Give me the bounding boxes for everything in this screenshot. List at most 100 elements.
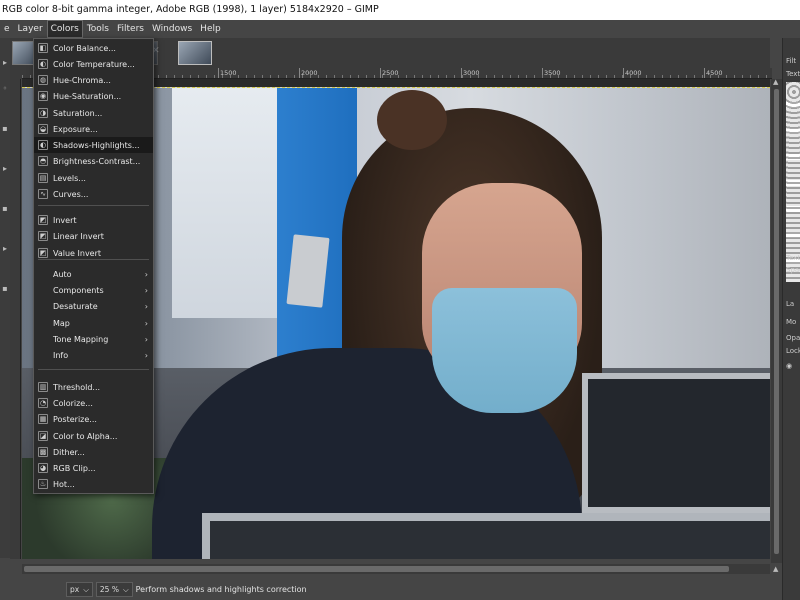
tool-icon[interactable]: ▸ [1, 164, 9, 173]
chevron-right-icon: › [144, 318, 148, 328]
horizontal-scrollbar[interactable]: ▲ [22, 564, 778, 574]
image-tab-thumbnail-active[interactable] [178, 41, 212, 65]
horizontal-scroll-thumb[interactable] [24, 566, 729, 572]
menu-item-levels[interactable]: ▤ Levels... [34, 170, 153, 186]
menu-item-label: Dither... [53, 447, 85, 457]
dock-tab-label[interactable]: Text [786, 70, 800, 78]
menu-help[interactable]: Help [196, 20, 225, 38]
color-balance-icon: ◧ [38, 43, 48, 53]
ruler-minor-tick [446, 75, 447, 78]
menu-colors[interactable]: Colors [46, 20, 83, 38]
ruler-minor-tick [654, 75, 655, 78]
menu-item-hue-saturation[interactable]: ◉ Hue-Saturation... [34, 88, 153, 104]
chevron-right-icon: › [144, 269, 148, 279]
ruler-minor-tick [558, 75, 559, 78]
menu-item-label: Shadows-Highlights... [53, 140, 140, 150]
tool-icon[interactable]: ▪ [1, 124, 9, 133]
ruler-minor-tick [550, 75, 551, 78]
photo-hair-bun [377, 90, 447, 150]
ruler-minor-tick [638, 75, 639, 78]
menu-item-map[interactable]: Map › [34, 315, 153, 331]
menu-layer[interactable]: Layer [14, 20, 47, 38]
right-dock: Filt Text Text Spac La Mo Opa Lock ◉ [782, 38, 800, 600]
ruler-minor-tick [542, 75, 543, 78]
dock-tab-label[interactable]: Text [786, 254, 800, 262]
scroll-up-icon[interactable]: ▲ [773, 78, 778, 86]
dither-icon: ▩ [38, 447, 48, 457]
ruler-tick [623, 68, 624, 78]
eye-icon[interactable]: ◉ [786, 362, 792, 370]
unit-selector[interactable]: px ⌵ [66, 581, 93, 597]
zoom-selector[interactable]: 25 % ⌵ [95, 581, 133, 597]
ruler-minor-tick [622, 75, 623, 78]
vertical-scrollbar[interactable]: ▲ [771, 78, 782, 563]
curves-icon: ∿ [38, 189, 48, 199]
ruler-minor-tick [190, 75, 191, 78]
menu-item-linear-invert[interactable]: ◩ Linear Invert [34, 228, 153, 244]
ruler-minor-tick [30, 75, 31, 78]
ruler-minor-tick [374, 75, 375, 78]
hue-chroma-icon: ◍ [38, 75, 48, 85]
menu-item-shadows-highlights[interactable]: ◐ Shadows-Highlights... [34, 137, 153, 153]
menu-item-dither[interactable]: ▩ Dither... [34, 444, 153, 460]
menu-item-label: Hue-Chroma... [53, 75, 111, 85]
menu-item-posterize[interactable]: ▦ Posterize... [34, 411, 153, 427]
opacity-label: Opa [786, 334, 800, 342]
tool-icon[interactable]: ▪ [1, 284, 9, 293]
menu-item-label: RGB Clip... [53, 463, 96, 473]
menu-separator [38, 205, 149, 206]
menu-item-rgb-clip[interactable]: ◕ RGB Clip... [34, 460, 153, 476]
lock-label: Lock [786, 347, 800, 355]
dock-tab-label[interactable]: Filt [786, 57, 796, 65]
ruler-minor-tick [350, 75, 351, 78]
mode-label: Mo [786, 318, 797, 326]
menu-tools[interactable]: Tools [83, 20, 113, 38]
rgb-clip-icon: ◕ [38, 463, 48, 473]
ruler-minor-tick [198, 75, 199, 78]
menu-item-invert[interactable]: ◩ Invert [34, 212, 153, 228]
menu-item-desaturate[interactable]: Desaturate › [34, 298, 153, 314]
menu-item-exposure[interactable]: ◒ Exposure... [34, 121, 153, 137]
tool-icon[interactable]: ▸ [1, 244, 9, 253]
menu-item-curves[interactable]: ∿ Curves... [34, 186, 153, 202]
tool-icon[interactable]: ◦ [1, 84, 9, 93]
ruler-minor-tick [414, 75, 415, 78]
menu-item-colorize[interactable]: ◔ Colorize... [34, 395, 153, 411]
colorize-icon: ◔ [38, 398, 48, 408]
value-invert-icon: ◩ [38, 248, 48, 258]
menu-item-saturation[interactable]: ◑ Saturation... [34, 105, 153, 121]
tool-icon[interactable]: ▸ [1, 58, 9, 67]
menu-item-hot[interactable]: ♨ Hot... [34, 476, 153, 492]
chevron-down-icon: ⌵ [83, 584, 89, 594]
menu-image[interactable]: e [0, 20, 14, 38]
ruler-minor-tick [398, 75, 399, 78]
vertical-scroll-thumb[interactable] [774, 89, 779, 554]
menu-item-color-to-alpha[interactable]: ◪ Color to Alpha... [34, 428, 153, 444]
menu-item-brightness-contrast[interactable]: ◓ Brightness-Contrast... [34, 153, 153, 169]
menu-filters[interactable]: Filters [113, 20, 148, 38]
menu-item-components[interactable]: Components › [34, 282, 153, 298]
menu-item-label: Invert [53, 215, 77, 225]
menu-item-color-balance[interactable]: ◧ Color Balance... [34, 40, 153, 56]
ruler-minor-tick [526, 75, 527, 78]
menu-windows[interactable]: Windows [148, 20, 196, 38]
menu-item-info[interactable]: Info › [34, 347, 153, 363]
menu-separator [38, 369, 149, 370]
ruler-minor-tick [678, 75, 679, 78]
brushes-panel[interactable] [786, 82, 800, 282]
menu-item-hue-chroma[interactable]: ◍ Hue-Chroma... [34, 72, 153, 88]
chevron-right-icon: › [144, 285, 148, 295]
menu-item-tone-mapping[interactable]: Tone Mapping › [34, 331, 153, 347]
menu-item-auto[interactable]: Auto › [34, 266, 153, 282]
ruler-minor-tick [254, 75, 255, 78]
dock-tab-label[interactable]: La [786, 300, 794, 308]
ruler-minor-tick [158, 75, 159, 78]
menu-item-label: Hue-Saturation... [53, 91, 122, 101]
tool-icon[interactable]: ▪ [1, 204, 9, 213]
menu-item-label: Exposure... [53, 124, 98, 134]
menu-item-color-temperature[interactable]: ◐ Color Temperature... [34, 56, 153, 72]
ruler-minor-tick [294, 75, 295, 78]
menu-item-threshold[interactable]: ▥ Threshold... [34, 379, 153, 395]
scroll-corner-icon[interactable]: ▲ [773, 565, 778, 573]
menu-item-label: Saturation... [53, 108, 103, 118]
